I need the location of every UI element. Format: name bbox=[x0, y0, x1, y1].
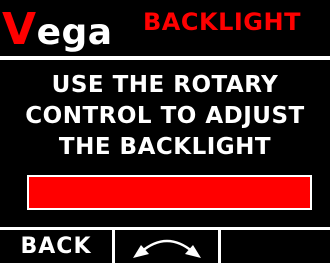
instruction-line-3: THE BACKLIGHT bbox=[58, 134, 272, 160]
brand-initial: V bbox=[2, 4, 37, 55]
back-button[interactable]: BACK bbox=[0, 230, 112, 263]
brand-logo: V ega bbox=[2, 8, 113, 54]
header-divider bbox=[0, 56, 330, 60]
instruction-text: USE THE ROTARY CONTROL TO ADJUST THE BAC… bbox=[0, 70, 330, 163]
backlight-level-fill bbox=[29, 177, 310, 208]
page-title: BACKLIGHT bbox=[143, 8, 301, 36]
backlight-screen: V ega BACKLIGHT USE THE ROTARY CONTROL T… bbox=[0, 0, 330, 263]
softkey-3-button[interactable] bbox=[221, 230, 330, 263]
instruction-line-2: CONTROL TO ADJUST bbox=[25, 103, 305, 129]
rotary-arrows-icon bbox=[132, 239, 201, 258]
backlight-level-bar bbox=[27, 175, 312, 210]
rotary-adjust-button[interactable] bbox=[115, 230, 218, 263]
instruction-line-1: USE THE ROTARY bbox=[51, 72, 279, 98]
brand-name: ega bbox=[36, 12, 113, 53]
